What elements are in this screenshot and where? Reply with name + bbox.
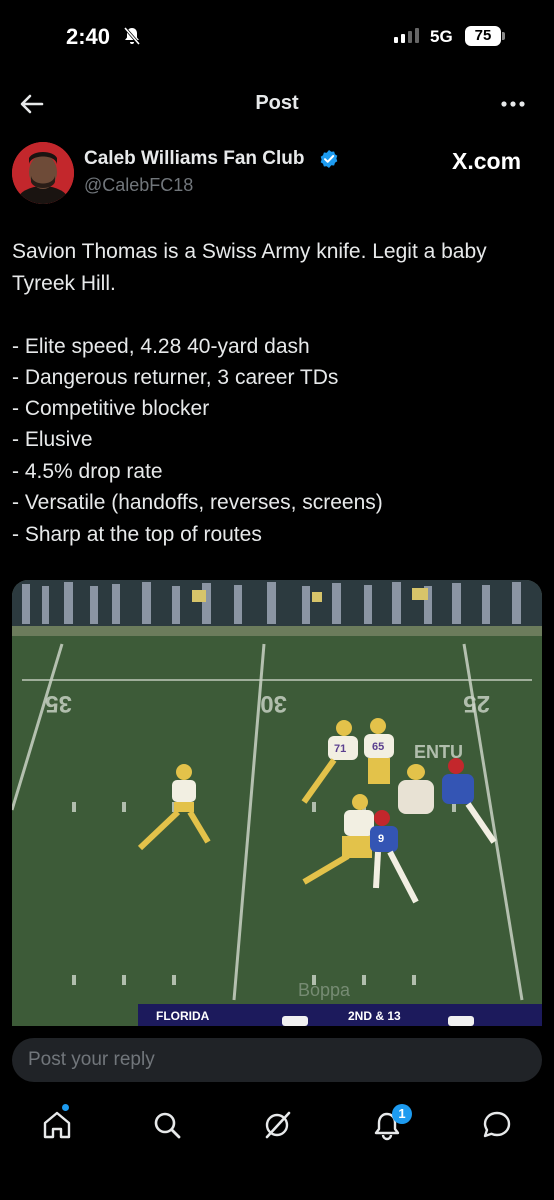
avatar-portrait	[12, 142, 74, 204]
tweet-text-line: - Sharp at the top of routes	[12, 523, 262, 546]
yard-number: 35	[45, 690, 72, 717]
more-icon[interactable]	[498, 94, 528, 114]
tweet-text-line: Savion Thomas is a Swiss Army knife. Leg…	[12, 240, 487, 263]
home-icon[interactable]	[40, 1108, 74, 1142]
watermark: Boppa	[298, 980, 351, 1000]
scoreboard-down: 2ND & 13	[348, 1009, 401, 1023]
grok-icon[interactable]	[260, 1108, 294, 1142]
page-title: Post	[255, 92, 299, 114]
user-handle[interactable]: @CalebFC18	[84, 175, 193, 196]
silent-bell-icon	[123, 27, 141, 45]
home-new-indicator	[62, 1104, 69, 1111]
jersey-number: 9	[378, 833, 384, 845]
tweet-text-line: - 4.5% drop rate	[12, 460, 163, 483]
jersey-number: 65	[372, 741, 384, 753]
tweet-media-video[interactable]: 35 30 25 ENTU 71 65 9 Boppa FLORIDA 2ND …	[12, 580, 542, 1026]
status-time: 2:40	[66, 24, 111, 49]
battery-tip	[502, 32, 505, 40]
tweet-text-line: - Dangerous returner, 3 career TDs	[12, 366, 339, 389]
football-field-scene: 35 30 25 ENTU 71 65 9 Boppa FLORIDA 2ND …	[12, 580, 542, 1026]
reply-placeholder: Post your reply	[28, 1049, 155, 1070]
signal-icon	[394, 28, 419, 43]
notification-badge: 1	[392, 1104, 412, 1124]
display-name[interactable]: Caleb Williams Fan Club	[84, 148, 304, 170]
search-icon[interactable]	[150, 1108, 184, 1142]
tweet-text-line: Tyreek Hill.	[12, 272, 116, 295]
source-link[interactable]: X.com	[452, 148, 521, 175]
messages-icon[interactable]	[480, 1108, 514, 1142]
network-label: 5G	[430, 27, 453, 46]
verified-icon	[320, 150, 338, 168]
tweet-text-line: - Competitive blocker	[12, 397, 210, 420]
tweet-text-line: - Elite speed, 4.28 40-yard dash	[12, 335, 310, 358]
tweet-text-line: - Versatile (handoffs, reverses, screens…	[12, 491, 383, 514]
avatar[interactable]	[12, 142, 74, 204]
scoreboard-team: FLORIDA	[156, 1009, 210, 1023]
tweet-text-line: - Elusive	[12, 428, 93, 451]
jersey-number: 71	[334, 743, 346, 755]
yard-number: 25	[463, 690, 490, 717]
yard-number: 30	[260, 690, 287, 717]
battery-level: 75	[465, 26, 501, 46]
